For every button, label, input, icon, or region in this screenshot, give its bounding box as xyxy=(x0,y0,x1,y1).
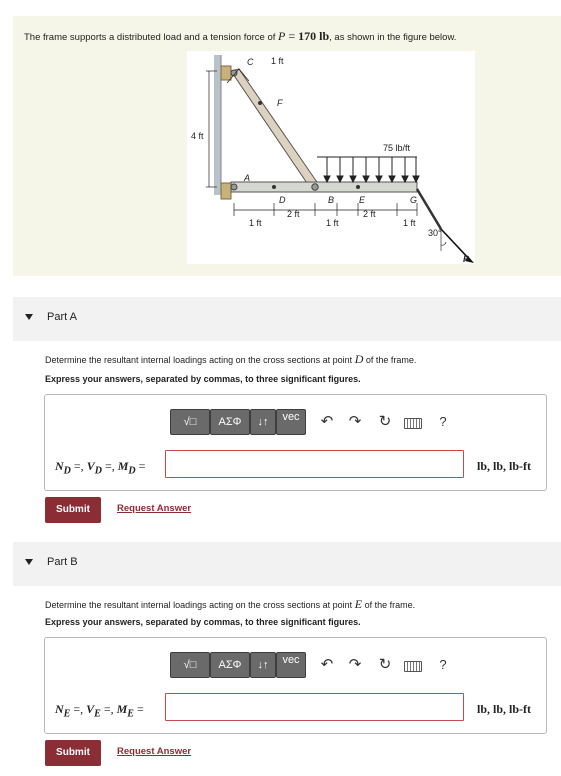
part-a-units: lb, lb, lb-ft xyxy=(477,459,532,473)
label-f: F xyxy=(277,98,283,108)
problem-text-suffix: , as shown in the figure below. xyxy=(329,32,457,43)
collapse-triangle-icon[interactable] xyxy=(25,559,33,565)
part-b-submit-button[interactable]: Submit xyxy=(45,740,101,766)
part-a-answer-label: ND =, VD =, MD = xyxy=(55,459,145,476)
part-a-question-suffix: of the frame. xyxy=(365,355,417,365)
part-a-answer-input[interactable] xyxy=(165,450,464,478)
label-2ft-a: 2 ft xyxy=(287,209,300,219)
label-c: C xyxy=(247,57,254,67)
undo-icon[interactable]: ↶ xyxy=(318,412,336,430)
label-4ft: 4 ft xyxy=(191,131,204,141)
label-sub-v: D xyxy=(94,465,102,477)
label-m: M xyxy=(116,702,128,716)
redo-icon[interactable]: ↷ xyxy=(346,655,364,673)
label-sub-m: E xyxy=(127,708,134,720)
label-v: V xyxy=(86,702,95,716)
label-n: N xyxy=(55,459,64,473)
label-1ft-c: 1 ft xyxy=(403,218,416,228)
collapse-triangle-icon[interactable] xyxy=(25,314,33,320)
part-b-answer-label: NE =, VE =, ME = xyxy=(55,702,144,719)
label-sub-n: D xyxy=(63,465,71,477)
label-n: N xyxy=(55,702,64,716)
part-b-header[interactable]: Part B xyxy=(13,542,561,586)
label-p-visible: P xyxy=(463,254,470,264)
keyboard-icon[interactable] xyxy=(404,418,422,429)
label-e: E xyxy=(359,195,366,205)
part-a-answer-box: √□ ΑΣΦ ↓↑ vec ↶ ↷ ↻ ? ND =, VD =, MD = l… xyxy=(44,394,547,491)
part-b-request-answer-link[interactable]: Request Answer xyxy=(117,746,191,757)
member-ag xyxy=(230,181,418,193)
redo-icon[interactable]: ↷ xyxy=(346,412,364,430)
label-g: G xyxy=(410,195,417,205)
part-b-question-text: Determine the resultant internal loading… xyxy=(45,600,353,610)
undo-icon[interactable]: ↶ xyxy=(318,655,336,673)
keyboard-icon[interactable] xyxy=(404,661,422,672)
help-icon[interactable]: ? xyxy=(434,414,452,429)
part-b-instruction: Express your answers, separated by comma… xyxy=(45,617,361,627)
part-a-question: Determine the resultant internal loading… xyxy=(45,352,416,367)
p-unit: lb xyxy=(319,29,330,43)
reset-icon[interactable]: ↻ xyxy=(376,655,394,673)
part-b-question: Determine the resultant internal loading… xyxy=(45,597,415,612)
part-a-point: D xyxy=(354,352,364,366)
label-eq: =, xyxy=(100,702,117,716)
label-eq: = xyxy=(135,459,146,473)
cable xyxy=(415,188,443,230)
wall xyxy=(214,55,221,195)
member-cb xyxy=(230,68,320,190)
part-a-toolbar: √□ ΑΣΦ ↓↑ vec ↶ ↷ ↻ ? xyxy=(170,409,460,436)
label-b: B xyxy=(328,195,334,205)
part-b-point: E xyxy=(354,597,363,611)
part-b-title: Part B xyxy=(47,556,78,568)
problem-panel: The frame supports a distributed load an… xyxy=(13,16,561,276)
templates-button[interactable]: √□ xyxy=(170,652,210,678)
part-a-title: Part A xyxy=(47,311,77,323)
frame-figure: C 1 ft F 4 ft 75 lb/ft A D B E G 1 ft 2 … xyxy=(187,51,475,264)
part-b-toolbar: √□ ΑΣΦ ↓↑ vec ↶ ↷ ↻ ? xyxy=(170,652,460,679)
label-a: A xyxy=(243,173,250,183)
p-value: 170 xyxy=(298,29,317,43)
label-angle: 30° xyxy=(428,228,442,238)
label-sub-m: D xyxy=(128,465,136,477)
support-c xyxy=(220,65,232,81)
reset-icon[interactable]: ↻ xyxy=(376,412,394,430)
part-b-question-suffix: of the frame. xyxy=(364,600,416,610)
part-a-header[interactable]: Part A xyxy=(13,297,561,341)
problem-text-prefix: The frame supports a distributed load an… xyxy=(24,32,276,43)
distributed-load xyxy=(317,156,420,184)
label-eq: =, xyxy=(70,459,87,473)
support-a xyxy=(220,182,232,200)
label-load: 75 lb/ft xyxy=(383,143,411,153)
part-a-submit-button[interactable]: Submit xyxy=(45,497,101,523)
part-b-units: lb, lb, lb-ft xyxy=(477,702,532,716)
label-2ft-b: 2 ft xyxy=(363,209,376,219)
label-1ft-b: 1 ft xyxy=(326,218,339,228)
vec-button[interactable]: vec xyxy=(276,409,306,435)
label-eq: =, xyxy=(101,459,118,473)
part-a-request-answer-link[interactable]: Request Answer xyxy=(117,503,191,514)
part-a-question-text: Determine the resultant internal loading… xyxy=(45,355,353,365)
label-sub-v: E xyxy=(94,708,101,720)
label-1ft-a: 1 ft xyxy=(249,218,262,228)
part-a-instruction: Express your answers, separated by comma… xyxy=(45,374,361,384)
label-1ft-top: 1 ft xyxy=(271,56,284,66)
label-v: V xyxy=(86,459,95,473)
label-d: D xyxy=(279,195,286,205)
arrows-button[interactable]: ↓↑ xyxy=(250,409,276,435)
templates-button[interactable]: √□ xyxy=(170,409,210,435)
help-icon[interactable]: ? xyxy=(434,657,452,672)
label-m: M xyxy=(117,459,129,473)
part-b-answer-input[interactable] xyxy=(165,693,464,721)
symbols-button[interactable]: ΑΣΦ xyxy=(210,652,250,678)
symbols-button[interactable]: ΑΣΦ xyxy=(210,409,250,435)
arrows-button[interactable]: ↓↑ xyxy=(250,652,276,678)
part-b-answer-box: √□ ΑΣΦ ↓↑ vec ↶ ↷ ↻ ? NE =, VE =, ME = l… xyxy=(44,637,547,734)
vec-button[interactable]: vec xyxy=(276,652,306,678)
label-eq: =, xyxy=(70,702,87,716)
label-eq: = xyxy=(133,702,144,716)
p-symbol: P xyxy=(278,29,286,43)
problem-statement: The frame supports a distributed load an… xyxy=(24,29,457,43)
